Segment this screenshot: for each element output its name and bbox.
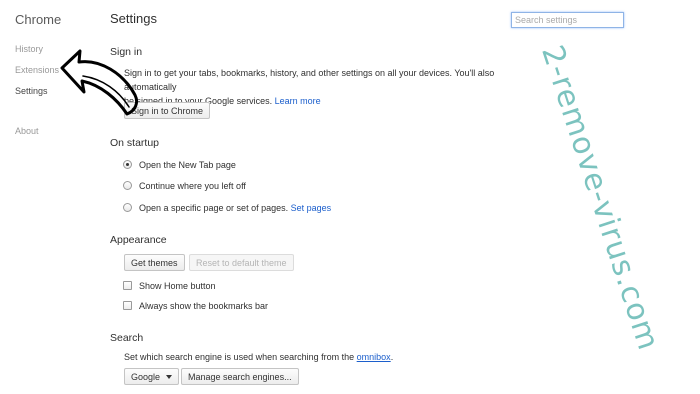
radio-continue-label[interactable]: Continue where you left off bbox=[139, 181, 246, 191]
chevron-down-icon bbox=[166, 374, 173, 379]
show-bookmarks-label[interactable]: Always show the bookmarks bar bbox=[139, 301, 268, 311]
nav-title: Chrome bbox=[15, 12, 62, 27]
nav-item-about[interactable]: About bbox=[15, 126, 39, 136]
nav-item-extensions[interactable]: Extensions bbox=[15, 65, 59, 75]
annotation-arrow-icon bbox=[60, 49, 139, 116]
manage-search-engines-button[interactable]: Manage search engines... bbox=[181, 368, 299, 385]
signin-text-1: Sign in to get your tabs, bookmarks, his… bbox=[124, 68, 495, 92]
radio-continue[interactable] bbox=[123, 181, 132, 190]
nav-item-history[interactable]: History bbox=[15, 44, 43, 54]
learn-more-link[interactable]: Learn more bbox=[275, 96, 321, 106]
startup-heading: On startup bbox=[110, 137, 160, 149]
search-engine-value: Google bbox=[131, 371, 161, 382]
appearance-heading: Appearance bbox=[110, 234, 167, 246]
search-text: Set which search engine is used when sea… bbox=[124, 352, 355, 362]
radio-specific-pages-row: Open a specific page or set of pages. Se… bbox=[139, 203, 331, 213]
set-pages-link[interactable]: Set pages bbox=[291, 203, 332, 213]
show-home-label[interactable]: Show Home button bbox=[139, 281, 216, 291]
search-text-end: . bbox=[390, 352, 394, 362]
show-bookmarks-checkbox[interactable] bbox=[123, 301, 132, 310]
search-engine-select[interactable]: Google bbox=[124, 368, 180, 385]
get-themes-button[interactable]: Get themes bbox=[124, 254, 185, 271]
page-title: Settings bbox=[110, 11, 157, 26]
reset-theme-button[interactable]: Reset to default theme bbox=[189, 254, 294, 271]
search-heading: Search bbox=[110, 332, 144, 344]
show-home-checkbox[interactable] bbox=[123, 281, 132, 290]
radio-specific-pages-label[interactable]: Open a specific page or set of pages. bbox=[139, 203, 288, 213]
watermark-text: 2-remove-virus.com bbox=[534, 41, 666, 355]
search-description: Set which search engine is used when sea… bbox=[124, 350, 393, 364]
search-settings-input[interactable] bbox=[511, 12, 624, 28]
radio-new-tab-label[interactable]: Open the New Tab page bbox=[139, 160, 236, 170]
omnibox-link[interactable]: omnibox bbox=[357, 352, 391, 362]
radio-new-tab[interactable] bbox=[123, 160, 132, 169]
nav-item-settings[interactable]: Settings bbox=[15, 86, 48, 96]
radio-specific-pages[interactable] bbox=[123, 203, 132, 212]
